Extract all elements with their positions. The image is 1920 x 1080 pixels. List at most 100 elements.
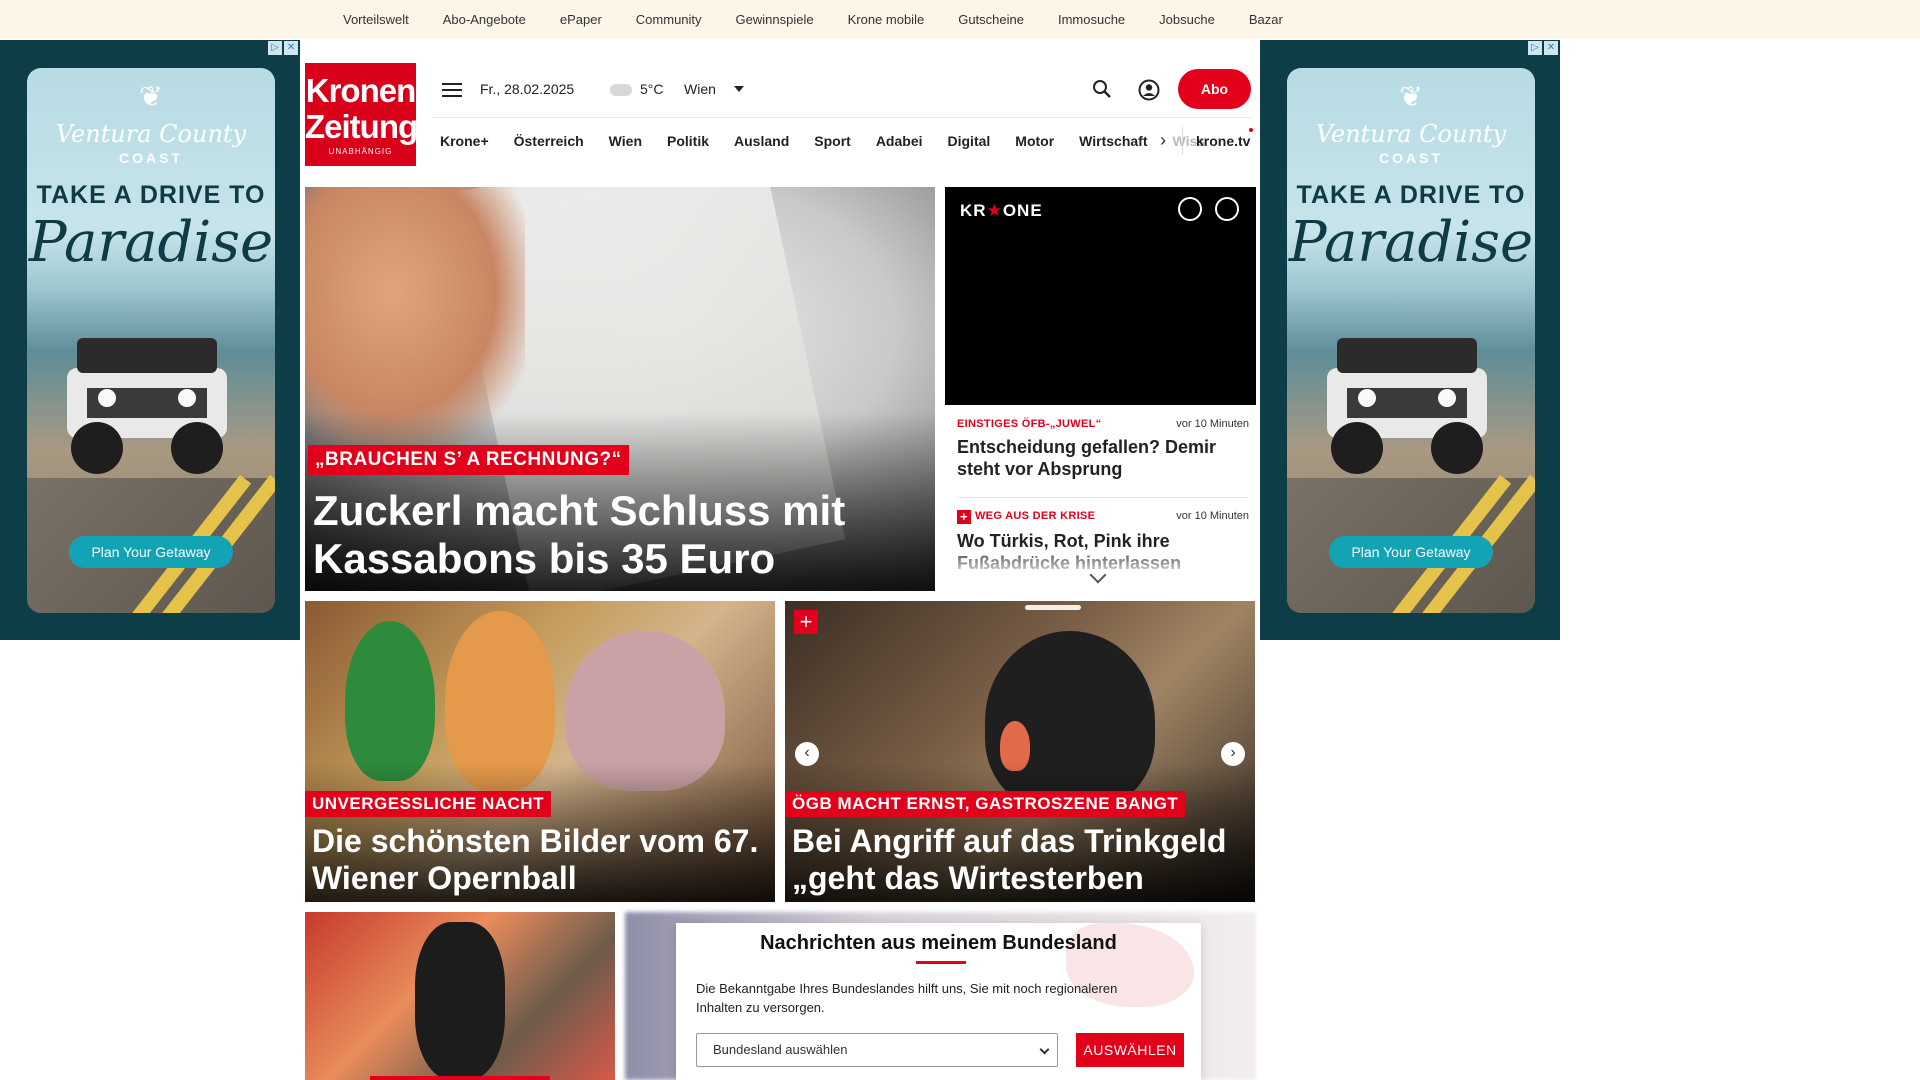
user-account-icon[interactable] [1138,79,1160,101]
hamburger-menu-icon[interactable] [442,79,462,99]
slider-indicator [1025,605,1081,610]
slider-next-icon[interactable]: › [1221,742,1245,766]
current-date: Fr., 28.02.2025 [480,81,575,97]
tile-accent-bar [370,1076,550,1080]
nav-item-wien[interactable]: Wien [609,133,642,149]
ad-choices[interactable]: ▷ ✕ [1528,41,1558,55]
ad-brand-line1: Ventura County [55,120,247,148]
ad-cta-button[interactable]: Plan Your Getaway [69,536,233,568]
photo-person [415,922,505,1080]
ad-close-icon[interactable]: ✕ [284,41,298,55]
pelican-logo-icon: ❦ [1399,81,1423,112]
hero-kicker: „BRAUCHEN S’ A RECHNUNG?“ [308,445,629,475]
topbar-link-vorteilswelt[interactable]: Vorteilswelt [343,12,409,27]
topbar-link-gewinnspiele[interactable]: Gewinnspiele [736,12,814,27]
live-dot-icon [1249,128,1253,132]
site-logo[interactable]: Kronen Zeitung UNABHÄNGIG [305,63,418,166]
topbar-link-immosuche[interactable]: Immosuche [1058,12,1125,27]
ad-brand-line2: COAST [119,150,183,166]
story-tile-opernball[interactable]: UNVERGESSLICHE NACHT Die schönsten Bilde… [305,601,775,902]
topbar-link-community[interactable]: Community [636,12,702,27]
dialog-title: Nachrichten aus meinem Bundesland [760,932,1117,954]
nav-divider [1182,127,1183,155]
nav-item-adabei[interactable]: Adabei [876,133,923,149]
topbar-link-abo-angebote[interactable]: Abo-Angebote [443,12,526,27]
nav-scroll-chevron-right-icon[interactable]: › [1160,131,1172,151]
hand-image [305,187,525,447]
tile-headline: Die schönsten Bilder vom 67. Wiener Oper… [312,823,759,896]
title-underline [916,961,966,964]
ticker-time: vor 10 Minuten [1176,510,1249,522]
chevron-down-icon [1039,1044,1050,1055]
mute-icon[interactable] [1178,197,1202,221]
ad-card[interactable]: ❦ Ventura County COAST TAKE A DRIVE TO P… [27,68,275,613]
krone-plus-icon: + [794,610,818,634]
dialog-text: Die Bekanntgabe Ihres Bundeslandes hilft… [696,981,1118,1015]
ticker-time: vor 10 Minuten [1176,418,1249,430]
nav-item-krone-plus[interactable]: Krone+ [440,133,489,149]
ad-headline1: TAKE A DRIVE TO [36,181,266,209]
topbar-link-epaper[interactable]: ePaper [560,12,602,27]
jeep-image [1327,338,1487,474]
temperature: 5°C [640,81,664,97]
auswaehlen-button[interactable]: AUSWÄHLEN [1076,1033,1184,1067]
bundesland-select[interactable]: Bundesland auswählen [696,1033,1058,1067]
ad-info-icon[interactable]: ▷ [268,41,282,55]
krone-tv-player[interactable]: KR★ONE [945,187,1256,405]
hero-story[interactable]: „BRAUCHEN S’ A RECHNUNG?“ Zuckerl macht … [305,187,935,591]
nav-item-politik[interactable]: Politik [667,133,709,149]
ad-close-icon[interactable]: ✕ [1544,41,1558,55]
photo-person [345,621,435,781]
nav-item-digital[interactable]: Digital [948,133,991,149]
tile-kicker: UNVERGESSLICHE NACHT [305,791,551,817]
topbar-link-bazar[interactable]: Bazar [1249,12,1283,27]
topbar-link-krone-mobile[interactable]: Krone mobile [848,12,925,27]
ad-brand-line2: COAST [1379,150,1443,166]
ad-choices[interactable]: ▷ ✕ [268,41,298,55]
story-tile-opernball-gallery[interactable] [305,912,615,1080]
search-icon[interactable] [1092,79,1112,99]
slider-prev-icon[interactable]: ‹ [795,742,819,766]
ticker-item[interactable]: EINSTIGES ÖFB-„JUWEL“ vor 10 Minuten Ent… [957,418,1249,480]
tv-logo-pre: KR [960,201,987,220]
tile-headline: Bei Angriff auf das Trinkgeld „geht das … [792,823,1227,902]
top-utility-bar: Vorteilswelt Abo-Angebote ePaper Communi… [0,0,1920,39]
nav-item-ausland[interactable]: Ausland [734,133,789,149]
topbar-link-gutscheine[interactable]: Gutscheine [958,12,1024,27]
ad-skyscraper-right[interactable]: ▷ ✕ ❦ Ventura County COAST TAKE A DRIVE T… [1260,40,1560,640]
story-tile-trinkgeld[interactable]: + ‹ › ÖGB MACHT ERNST, GASTROSZENE BANGT… [785,601,1255,902]
krone-plus-icon: + [957,510,971,524]
nav-item-oesterreich[interactable]: Österreich [514,133,584,149]
bundesland-dialog: Nachrichten aus meinem Bundesland Die Be… [676,923,1201,1080]
ad-brand-line1: Ventura County [1315,120,1507,148]
logo-line2: Zeitung [305,108,418,145]
fullscreen-icon[interactable] [1215,197,1239,221]
logo-tagline: UNABHÄNGIG [328,147,393,156]
nav-item-sport[interactable]: Sport [814,133,851,149]
ticker-fade [945,545,1256,591]
ticker-headline: Entscheidung gefallen? Demir steht vor A… [957,437,1217,479]
ad-headline2: Paradise [1288,210,1534,275]
topbar-link-jobsuche[interactable]: Jobsuche [1159,12,1215,27]
logo-line1: Kronen [305,72,417,109]
ad-headline1: TAKE A DRIVE TO [1296,181,1526,209]
nav-item-wirtschaft[interactable]: Wirtschaft [1079,133,1147,149]
pelican-logo-icon: ❦ [139,81,163,112]
hero-headline: Zuckerl macht Schluss mit Kassabons bis … [313,487,846,582]
select-placeholder: Bundesland auswählen [713,1042,848,1057]
main-navigation: Krone+ Österreich Wien Politik Ausland S… [440,131,1209,151]
tile-kicker: ÖGB MACHT ERNST, GASTROSZENE BANGT [785,791,1186,817]
nav-item-motor[interactable]: Motor [1015,133,1054,149]
krone-star-icon: ★ [986,201,1003,220]
chevron-down-icon[interactable] [734,86,744,92]
nav-item-krone-tv[interactable]: krone.tv [1196,133,1250,149]
jeep-image [67,338,227,474]
ad-skyscraper-left[interactable]: ▷ ✕ ❦ Ventura County COAST TAKE A DRIVE T… [0,40,300,640]
ad-card[interactable]: ❦ Ventura County COAST TAKE A DRIVE TO P… [1287,68,1535,613]
krone-tv-logo: KR★ONE [960,201,1043,221]
header-divider [432,117,1252,118]
region-selector[interactable]: Wien [684,81,716,97]
ad-cta-button[interactable]: Plan Your Getaway [1329,536,1493,568]
abo-button[interactable]: Abo [1178,69,1251,109]
ad-info-icon[interactable]: ▷ [1528,41,1542,55]
